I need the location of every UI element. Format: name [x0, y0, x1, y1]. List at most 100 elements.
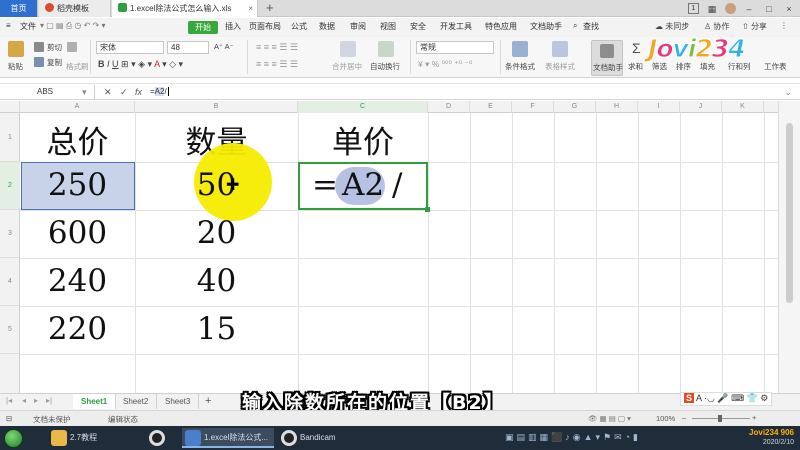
col-header-i[interactable]: I — [638, 101, 680, 113]
tab-home[interactable]: 首页 — [0, 0, 38, 17]
maximize-icon[interactable]: □ — [762, 3, 776, 15]
search-icon[interactable]: ⌕ — [573, 21, 577, 31]
prev-sheet-icon[interactable]: ◂ — [22, 396, 26, 405]
number-format-select[interactable]: 常规 — [416, 41, 494, 54]
more-icon[interactable]: ⋮ — [780, 21, 788, 30]
menu-data[interactable]: 数据 — [319, 21, 335, 32]
menu-view[interactable]: 视图 — [380, 21, 396, 32]
format-painter-button[interactable]: 格式刷 — [66, 61, 89, 72]
merge-center-button[interactable]: 合并居中 — [332, 61, 362, 72]
align-top-icons[interactable]: ≡ ≡ ≡ ☰ ☰ — [256, 42, 298, 53]
cancel-icon[interactable]: ✕ — [104, 85, 112, 99]
row-header-1[interactable]: 1 — [0, 113, 20, 162]
worksheet-grid[interactable]: 总价 数量 单价 250 600 240 220 — [20, 113, 778, 393]
minimize-icon[interactable]: – — [742, 3, 756, 15]
row-header-4[interactable]: 4 — [0, 258, 20, 306]
menu-formula[interactable]: 公式 — [291, 21, 307, 32]
row-header-2[interactable]: 2 — [0, 162, 20, 210]
cell-a4[interactable]: 240 — [20, 263, 135, 299]
col-header-g[interactable]: G — [554, 101, 596, 113]
last-sheet-icon[interactable]: ▸| — [46, 396, 52, 405]
table-style-button[interactable]: 表格样式 — [545, 61, 575, 72]
scrollbar-thumb[interactable] — [786, 123, 793, 303]
col-header-e[interactable]: E — [470, 101, 512, 113]
col-header-k[interactable]: K — [722, 101, 764, 113]
font-style-buttons[interactable]: B I U ⊞ ▾ ◈ ▾ A ▾ ◇ ▾ — [98, 59, 183, 70]
menu-special-apps[interactable]: 特色应用 — [485, 21, 517, 32]
vertical-scrollbar[interactable] — [778, 101, 800, 393]
col-header-f[interactable]: F — [512, 101, 554, 113]
menu-insert[interactable]: 插入 — [225, 21, 241, 32]
close-window-icon[interactable]: × — [782, 3, 796, 15]
menu-security[interactable]: 安全 — [410, 21, 426, 32]
new-tab-button[interactable]: + — [266, 0, 274, 17]
grid-icon[interactable]: ▦ — [705, 3, 719, 15]
zoom-in-icon[interactable]: + — [752, 413, 756, 422]
cell-c1[interactable]: 单价 — [298, 117, 428, 162]
system-clock[interactable]: Jovi234 906 2020/2/10 — [749, 426, 794, 450]
view-mode-icons[interactable]: 👁 ▦ ▤ ▢ ▾ — [588, 414, 631, 423]
font-grow-shrink-icons[interactable]: A⁺ A⁻ — [214, 42, 234, 51]
name-box[interactable]: ABS — [0, 85, 95, 99]
cell-a3[interactable]: 600 — [20, 215, 135, 251]
menu-start[interactable]: 开始 — [188, 21, 218, 34]
col-header-b[interactable]: B — [135, 101, 298, 113]
first-sheet-icon[interactable]: |◂ — [6, 396, 12, 405]
sheet-tab-1[interactable]: Sheet1 — [73, 394, 117, 409]
auto-wrap-button[interactable]: 自动换行 — [370, 61, 400, 72]
start-button[interactable] — [4, 429, 23, 448]
col-header-d[interactable]: D — [428, 101, 470, 113]
zoom-out-icon[interactable]: – — [682, 413, 686, 422]
page-indicator[interactable]: 1 — [688, 3, 699, 14]
cell-a1[interactable]: 总价 — [20, 117, 135, 162]
taskbar-bandicam[interactable]: Bandicam — [278, 428, 358, 448]
collab-button[interactable]: ♙ 协作 — [704, 21, 729, 32]
next-sheet-icon[interactable]: ▸ — [34, 396, 38, 405]
paste-icon[interactable] — [8, 41, 24, 57]
tab-template[interactable]: 稻壳模板 — [39, 0, 111, 17]
paste-button[interactable]: 粘贴 — [8, 61, 23, 72]
doc-helper-button[interactable]: 文档助手 — [591, 40, 623, 76]
col-header-h[interactable]: H — [596, 101, 638, 113]
worksheet-button[interactable]: 工作表 — [764, 61, 787, 72]
font-size-select[interactable]: 48 — [167, 41, 209, 54]
col-header-c[interactable]: C — [298, 101, 428, 113]
menu-file[interactable]: 文件 — [20, 21, 36, 32]
row-header-3[interactable]: 3 — [0, 210, 20, 258]
taskbar-recorder[interactable] — [146, 428, 174, 448]
menu-search[interactable]: 查找 — [583, 21, 599, 32]
hamburger-icon[interactable]: ≡ — [6, 21, 11, 30]
close-tab-icon[interactable]: × — [248, 0, 253, 17]
zoom-slider-thumb[interactable] — [718, 415, 722, 422]
protect-status[interactable]: 文档未保护 — [33, 414, 71, 425]
formula-input[interactable]: =A2/ — [150, 85, 169, 99]
sheet-tab-2[interactable]: Sheet2 — [115, 394, 158, 409]
avatar[interactable] — [725, 3, 736, 14]
col-header-j[interactable]: J — [680, 101, 722, 113]
taskbar-folder[interactable]: 2.7教程 — [48, 428, 128, 448]
col-header-a[interactable]: A — [20, 101, 135, 113]
share-button[interactable]: ⇧ 分享 — [742, 21, 767, 32]
zoom-level[interactable]: 100% — [656, 414, 675, 423]
tab-document[interactable]: 1.excel除法公式怎么输入.xls × — [112, 0, 258, 17]
copy-button[interactable]: 复制 — [47, 57, 62, 68]
conditional-format-button[interactable]: 条件格式 — [505, 61, 535, 72]
menu-doc-helper[interactable]: 文档助手 — [530, 21, 562, 32]
ime-toolbar[interactable]: S A ·◡ 🎤 ⌨ 👕 ⚙ — [680, 392, 773, 406]
name-box-dropdown-icon[interactable]: ▾ — [82, 85, 87, 99]
number-format-icons[interactable]: ¥ ▾ % ⁰⁰⁰ ⁺⁰ ⁻⁰ — [418, 59, 472, 70]
expand-formula-icon[interactable]: ⌄ — [784, 85, 792, 99]
quick-access-icons[interactable]: ▾ ▢ ▤ ⎙ ◷ ↶ ↷ ▾ — [40, 21, 106, 31]
taskbar-wps[interactable]: 1.excel除法公式... — [182, 428, 274, 448]
sum-icon[interactable]: Σ — [632, 40, 641, 56]
fx-icon[interactable]: fx — [135, 85, 142, 99]
tray-icons[interactable]: ▣▤▥▦⬛♪◉▲▾⚑✉◔▮ — [505, 432, 641, 443]
menu-dev-tools[interactable]: 开发工具 — [440, 21, 472, 32]
cut-button[interactable]: 剪切 — [47, 42, 62, 53]
menu-page-layout[interactable]: 页面布局 — [249, 21, 281, 32]
sum-button[interactable]: 求和 — [628, 61, 643, 72]
sync-status[interactable]: ☁ 未同步 — [655, 21, 689, 32]
cell-a2[interactable]: 250 — [20, 167, 135, 203]
add-sheet-button[interactable]: + — [197, 394, 219, 409]
select-all-corner[interactable] — [0, 101, 20, 113]
